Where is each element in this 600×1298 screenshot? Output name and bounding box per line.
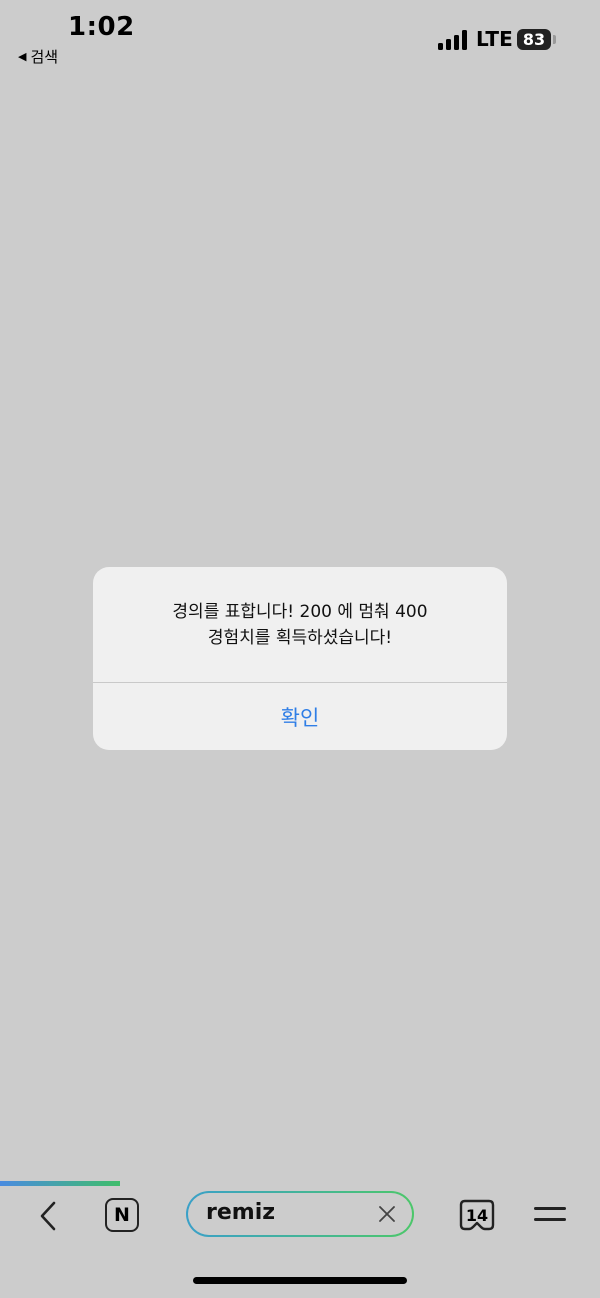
- back-to-search-link[interactable]: ◀ 검색: [18, 46, 58, 67]
- chevron-left-icon: [40, 1201, 56, 1231]
- battery-icon: 83: [517, 29, 551, 50]
- back-button[interactable]: [30, 1196, 66, 1236]
- alert-message-line-2: 경험치를 획득하셨습니다!: [207, 628, 393, 648]
- battery-tip: [553, 35, 556, 44]
- battery-level: 83: [522, 30, 546, 49]
- menu-button[interactable]: [532, 1200, 568, 1230]
- hamburger-icon-line-top: [534, 1207, 566, 1210]
- search-query-text: remiz: [206, 1200, 276, 1225]
- search-input[interactable]: remiz: [186, 1191, 414, 1237]
- bottom-toolbar: N remiz 14: [0, 1186, 600, 1246]
- clear-search-button[interactable]: [374, 1201, 400, 1227]
- naver-home-button[interactable]: N: [105, 1198, 139, 1232]
- tabs-button[interactable]: 14: [459, 1198, 495, 1232]
- status-bar: 1:02 ◀ 검색 LTE 83: [0, 0, 600, 80]
- signal-icon: [438, 30, 468, 50]
- hamburger-icon-line-bottom: [534, 1218, 566, 1221]
- status-time: 1:02: [68, 12, 135, 42]
- alert-message: 경의를 표합니다! 200 에 멈춰 400 경험치를 획득하셨습니다!: [93, 599, 507, 651]
- alert-dialog: 경의를 표합니다! 200 에 멈춰 400 경험치를 획득하셨습니다! 확인: [93, 567, 507, 750]
- network-type: LTE: [476, 27, 513, 51]
- back-triangle-icon: ◀: [18, 50, 27, 63]
- alert-message-line-1: 경의를 표합니다! 200 에 멈춰 400: [172, 602, 428, 622]
- back-to-search-label: 검색: [30, 48, 59, 66]
- close-icon: [379, 1206, 395, 1222]
- naver-logo-icon: N: [114, 1204, 130, 1226]
- tab-count: 14: [465, 1205, 489, 1225]
- home-indicator[interactable]: [193, 1277, 407, 1284]
- confirm-button[interactable]: 확인: [93, 683, 507, 750]
